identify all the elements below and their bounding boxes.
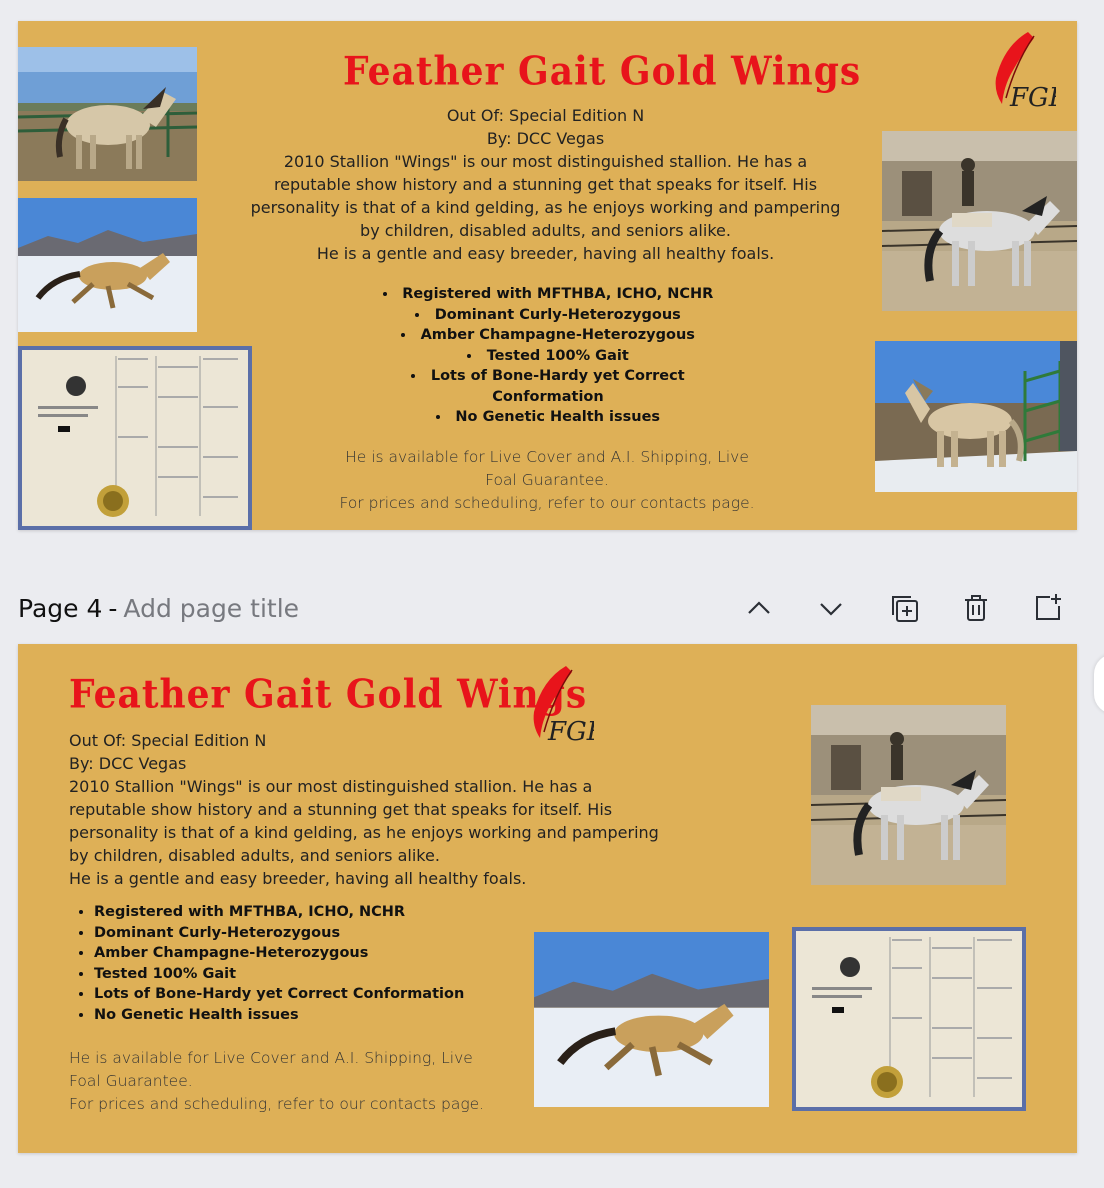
page-title-input[interactable]: Add page title (123, 594, 299, 623)
contact-note: For prices and scheduling, refer to our … (69, 1095, 485, 1113)
feature-item: Tested 100% Gait (94, 964, 534, 985)
description-text: 2010 Stallion "Wings" is our most distin… (250, 152, 841, 240)
duplicate-page-icon (892, 596, 918, 622)
page-4-canvas[interactable]: Feather Gait Gold Wings FGR Out Of: Spec… (18, 644, 1077, 1153)
feature-item: Amber Champagne-Heterozygous (94, 943, 534, 964)
contact-note: For prices and scheduling, refer to our … (339, 494, 755, 512)
trash-icon (965, 595, 987, 621)
feature-item: No Genetic Health issues (94, 1005, 534, 1026)
feature-item: Lots of Bone-Hardy yet Correct Conformat… (378, 366, 718, 407)
description-block[interactable]: Out Of: Special Edition N By: DCC Vegas … (248, 104, 843, 265)
photo-horse-at-gate[interactable] (875, 341, 1077, 492)
description-text: 2010 Stallion "Wings" is our most distin… (69, 777, 659, 865)
features-list[interactable]: Registered with MFTHBA, ICHO, NCHR Domin… (76, 902, 534, 1025)
delete-page-button[interactable] (956, 588, 996, 628)
photo-registration-certificate[interactable] (18, 346, 252, 530)
duplicate-page-button[interactable] (884, 588, 924, 628)
description-block[interactable]: Out Of: Special Edition N By: DCC Vegas … (69, 729, 669, 890)
breeder-note: He is a gentle and easy breeder, having … (316, 244, 775, 263)
photo-rider-on-horse[interactable] (811, 705, 1006, 885)
feature-item: Registered with MFTHBA, ICHO, NCHR (94, 902, 534, 923)
chevron-up-icon (748, 601, 770, 614)
availability-text: He is available for Live Cover and A.I. … (345, 448, 749, 489)
availability-text: He is available for Live Cover and A.I. … (69, 1049, 473, 1090)
photo-horse-running-snow[interactable] (18, 198, 197, 332)
feature-item: Amber Champagne-Heterozygous (378, 325, 718, 346)
page-title-separator: - (108, 593, 118, 623)
out-of-line: Out Of: Special Edition N (446, 106, 645, 125)
feature-item: Lots of Bone-Hardy yet Correct Conformat… (94, 984, 534, 1005)
by-line: By: DCC Vegas (486, 129, 605, 148)
photo-horse-standing[interactable] (18, 47, 197, 181)
flyer-title[interactable]: Feather Gait Gold Wings (343, 49, 861, 94)
photo-rider-on-horse[interactable] (882, 131, 1077, 311)
availability-block[interactable]: He is available for Live Cover and A.I. … (69, 1047, 509, 1116)
page-3-canvas[interactable]: Feather Gait Gold Wings FGR Out Of: Spec… (18, 21, 1077, 530)
add-page-button[interactable] (1028, 588, 1068, 628)
feature-item: Dominant Curly-Heterozygous (94, 923, 534, 944)
page-4-header: Page 4 - Add page title (18, 588, 299, 628)
flyer-title[interactable]: Feather Gait Gold Wings (69, 672, 587, 717)
side-scroll-handle[interactable] (1094, 654, 1104, 714)
logo-text: FGR (1009, 83, 1056, 113)
feature-item: Tested 100% Gait (378, 346, 718, 367)
move-page-up-button[interactable] (739, 588, 779, 628)
breeder-note: He is a gentle and easy breeder, having … (69, 869, 527, 888)
photo-horse-running-snow[interactable] (534, 932, 769, 1107)
availability-block[interactable]: He is available for Live Cover and A.I. … (328, 446, 766, 515)
out-of-line: Out Of: Special Edition N (69, 731, 267, 750)
fgr-feather-logo[interactable]: FGR (986, 26, 1068, 118)
previous-page-header-remnant (0, 0, 1104, 6)
add-page-icon (1036, 594, 1061, 620)
photo-registration-certificate[interactable] (792, 927, 1026, 1111)
feature-item: Registered with MFTHBA, ICHO, NCHR (378, 284, 718, 305)
by-line: By: DCC Vegas (69, 754, 187, 773)
features-list[interactable]: Registered with MFTHBA, ICHO, NCHR Domin… (378, 284, 718, 428)
feature-item: No Genetic Health issues (378, 407, 718, 428)
move-page-down-button[interactable] (811, 588, 851, 628)
page-number-label: Page 4 (18, 593, 103, 623)
chevron-down-icon (820, 603, 842, 616)
feature-item: Dominant Curly-Heterozygous (378, 305, 718, 326)
